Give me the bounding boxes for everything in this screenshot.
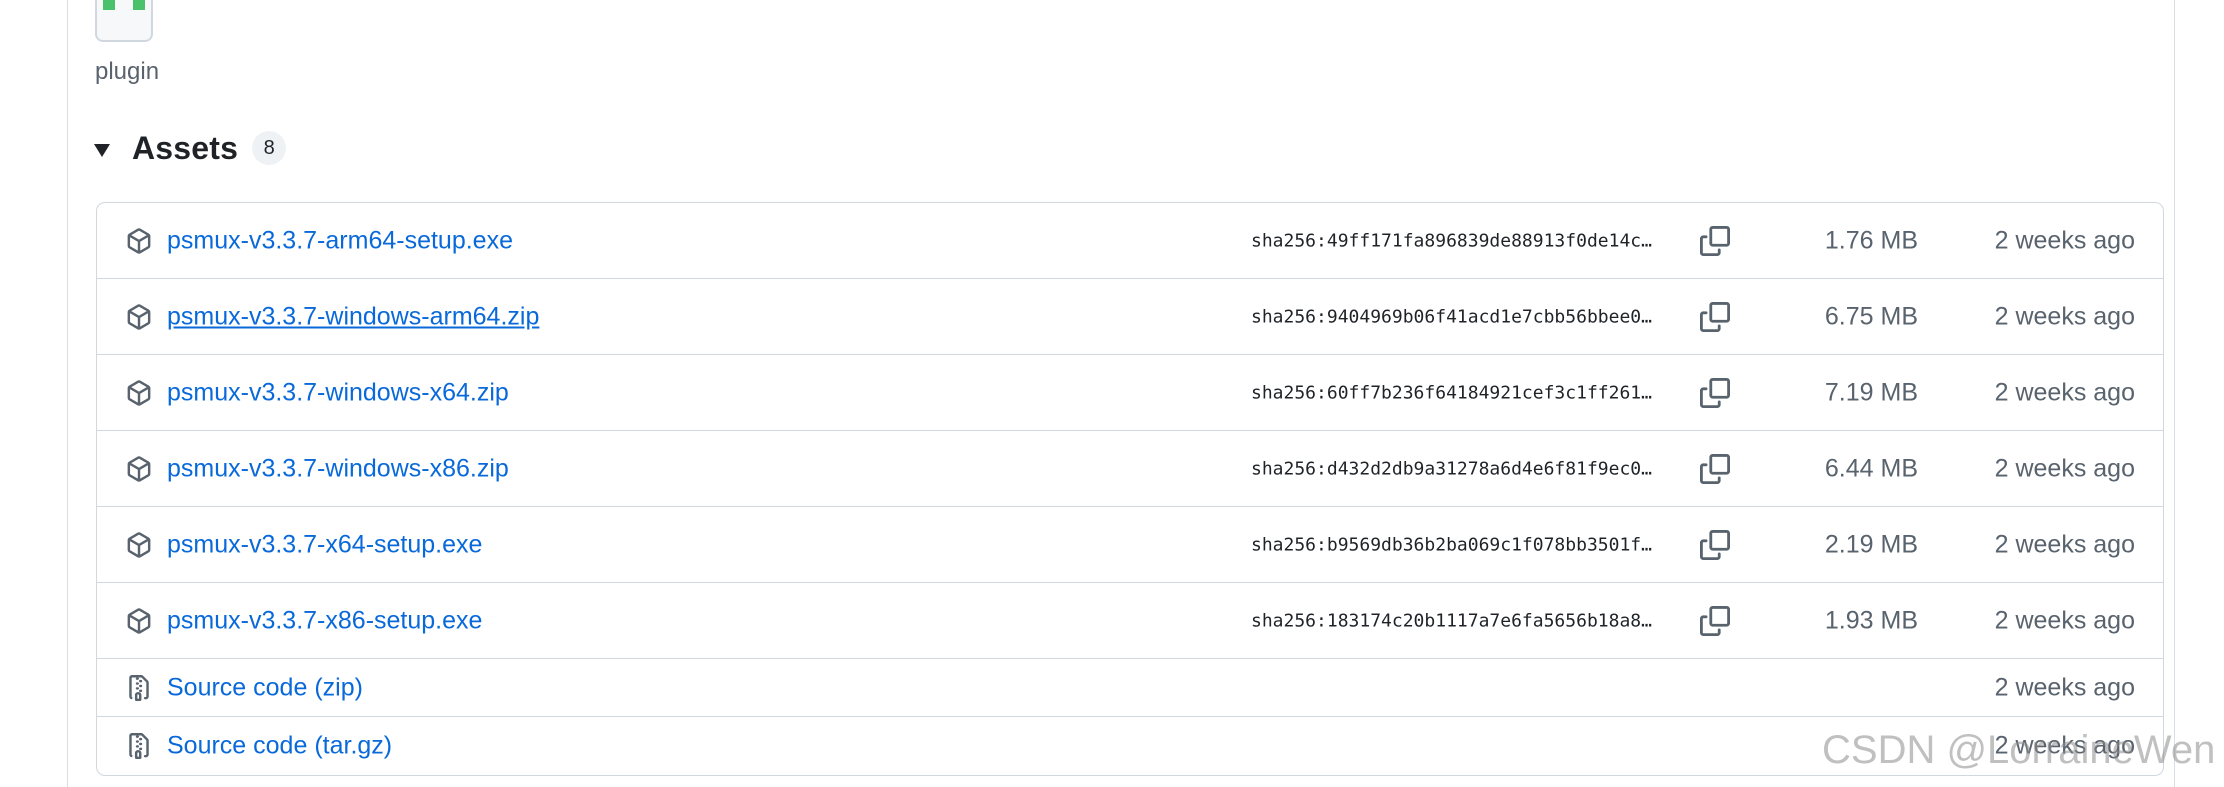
asset-row: psmux-v3.3.7-x64-setup.exe sha256:b9569d…	[97, 507, 2163, 583]
asset-size: 7.19 MB	[1824, 378, 1918, 406]
assets-title: Assets	[132, 129, 239, 166]
package-icon	[127, 303, 151, 330]
release-page: plugin Assets 8 psmux-v3.3.7-arm64-setup…	[0, 0, 2224, 787]
file-zip-icon	[129, 733, 149, 759]
container-right-border	[2174, 0, 2175, 787]
copy-icon[interactable]	[1700, 529, 1730, 560]
package-icon	[127, 607, 151, 634]
asset-size: 6.44 MB	[1824, 454, 1918, 482]
copy-icon[interactable]	[1700, 453, 1730, 484]
asset-timestamp: 2 weeks ago	[1994, 226, 2135, 254]
reactor-avatar[interactable]	[95, 0, 153, 42]
asset-size: 2.19 MB	[1824, 530, 1918, 558]
source-code-zip-link[interactable]: Source code (zip)	[167, 673, 363, 702]
source-code-targz-link[interactable]: Source code (tar.gz)	[167, 732, 392, 761]
asset-download-link[interactable]: psmux-v3.3.7-arm64-setup.exe	[167, 226, 513, 255]
asset-download-link[interactable]: psmux-v3.3.7-windows-x86.zip	[167, 454, 509, 483]
copy-icon[interactable]	[1700, 301, 1730, 332]
asset-row: psmux-v3.3.7-windows-arm64.zip sha256:94…	[97, 279, 2163, 355]
source-code-row: Source code (zip) 2 weeks ago	[97, 659, 2163, 717]
asset-download-link[interactable]: psmux-v3.3.7-x64-setup.exe	[167, 530, 482, 559]
copy-icon[interactable]	[1700, 377, 1730, 408]
watermark: CSDN @LorraineWen	[1822, 728, 2216, 772]
package-icon	[127, 379, 151, 406]
asset-sha256: sha256:b9569db36b2ba069c1f078bb3501f…	[1251, 534, 1652, 555]
asset-size: 6.75 MB	[1824, 302, 1918, 330]
source-code-format: (zip)	[314, 673, 363, 701]
asset-timestamp: 2 weeks ago	[1994, 530, 2135, 558]
asset-timestamp: 2 weeks ago	[1994, 302, 2135, 330]
package-icon	[127, 455, 151, 482]
asset-row: psmux-v3.3.7-windows-x86.zip sha256:d432…	[97, 431, 2163, 507]
asset-sha256: sha256:9404969b06f41acd1e7cbb56bbee0…	[1251, 306, 1652, 327]
copy-icon[interactable]	[1700, 225, 1730, 256]
asset-row: psmux-v3.3.7-windows-x64.zip sha256:60ff…	[97, 355, 2163, 431]
package-icon	[127, 531, 151, 558]
asset-download-link[interactable]: psmux-v3.3.7-windows-x64.zip	[167, 378, 509, 407]
asset-row: psmux-v3.3.7-arm64-setup.exe sha256:49ff…	[97, 203, 2163, 279]
source-code-label: Source code	[167, 673, 308, 701]
asset-timestamp: 2 weeks ago	[1994, 673, 2135, 701]
asset-download-link[interactable]: psmux-v3.3.7-windows-arm64.zip	[167, 302, 539, 331]
asset-sha256: sha256:49ff171fa896839de88913f0de14c…	[1251, 230, 1652, 251]
asset-size: 1.76 MB	[1824, 226, 1918, 254]
asset-timestamp: 2 weeks ago	[1994, 606, 2135, 634]
copy-icon[interactable]	[1700, 605, 1730, 636]
triangle-down-icon[interactable]	[94, 143, 110, 157]
asset-timestamp: 2 weeks ago	[1994, 378, 2135, 406]
asset-sha256: sha256:60ff7b236f64184921cef3c1ff261…	[1251, 382, 1652, 403]
package-icon	[127, 227, 151, 254]
assets-count-badge: 8	[252, 131, 287, 165]
asset-size: 1.93 MB	[1824, 606, 1918, 634]
asset-sha256: sha256:d432d2db9a31278a6d4e6f81f9ec0…	[1251, 458, 1652, 479]
asset-timestamp: 2 weeks ago	[1994, 454, 2135, 482]
assets-list: psmux-v3.3.7-arm64-setup.exe sha256:49ff…	[96, 202, 2164, 776]
container-left-border	[67, 0, 68, 787]
asset-sha256: sha256:183174c20b1117a7e6fa5656b18a8…	[1251, 610, 1652, 631]
assets-summary[interactable]: Assets 8	[94, 128, 287, 168]
source-code-format: (tar.gz)	[314, 731, 393, 760]
file-zip-icon	[129, 674, 149, 701]
asset-row: psmux-v3.3.7-x86-setup.exe sha256:183174…	[97, 583, 2163, 659]
asset-download-link[interactable]: psmux-v3.3.7-x86-setup.exe	[167, 606, 482, 635]
source-code-label: Source code	[167, 731, 308, 760]
reactor-label: plugin	[95, 58, 160, 85]
